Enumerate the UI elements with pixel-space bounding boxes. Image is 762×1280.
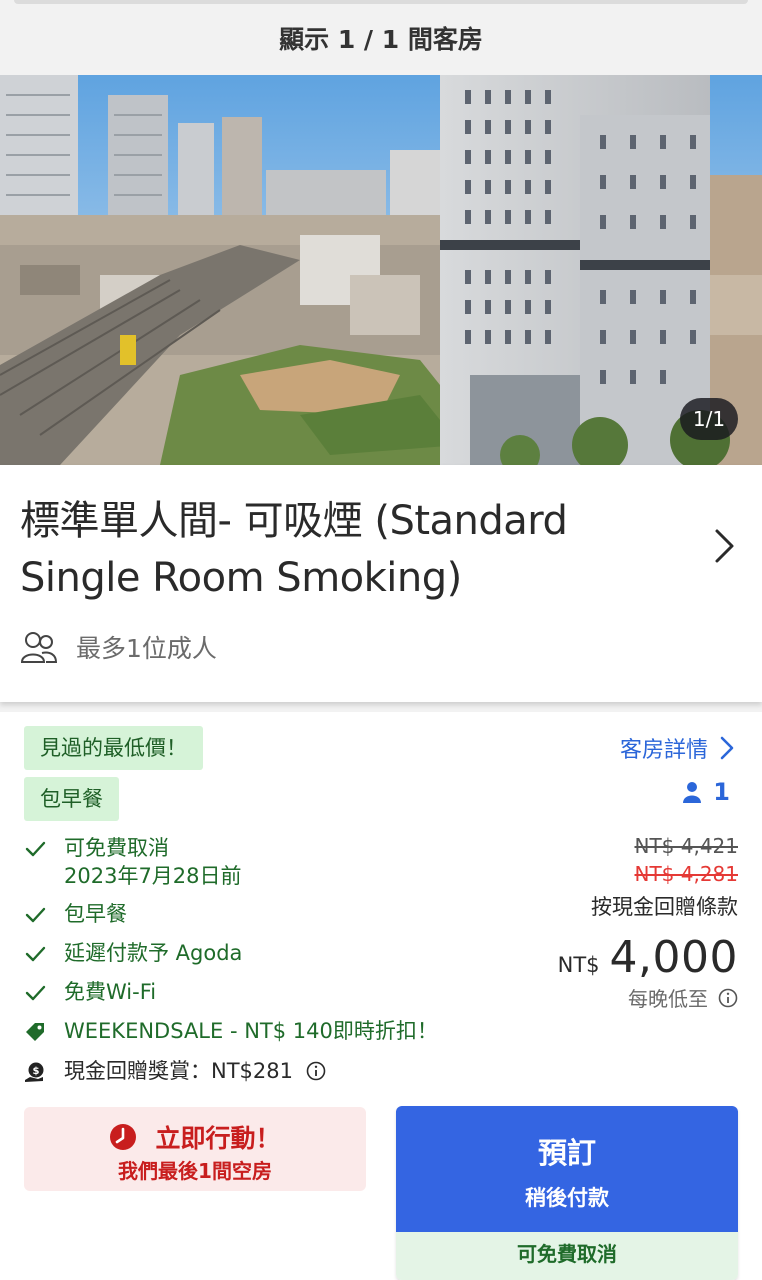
top-bar: 顯示 1 / 1 間客房 xyxy=(0,0,762,75)
check-icon xyxy=(25,985,46,1001)
room-title[interactable]: 標準單人間- 可吸煙 (Standard Single Room Smoking… xyxy=(20,493,670,607)
pay-later-text: 延遲付款予 Agoda xyxy=(64,941,243,965)
price-block: NT$ 4,421 NT$ 4,281 按現金回贈條款 NT$ 4,000 每晚… xyxy=(558,832,738,1012)
previous-card-edge xyxy=(14,0,748,4)
check-icon xyxy=(25,946,46,962)
urgency-title: 立即行動！ xyxy=(155,1124,281,1153)
book-button-main[interactable]: 預訂 稍後付款 xyxy=(396,1106,738,1232)
breakfast-text: 包早餐 xyxy=(64,902,127,926)
book-label: 預訂 xyxy=(537,1136,596,1170)
final-price: NT$ 4,000 xyxy=(558,932,738,983)
feature-wifi: 免費Wi-Fi xyxy=(24,978,156,1006)
room-card[interactable]: 標準單人間- 可吸煙 (Standard Single Room Smoking… xyxy=(0,465,762,702)
check-icon xyxy=(25,907,46,923)
feature-cashback: $ 現金回贈獎賞：NT$281 xyxy=(24,1057,326,1085)
urgency-subtitle: 我們最後1間空房 xyxy=(118,1159,272,1183)
room-photo[interactable]: 1/1 xyxy=(0,75,762,465)
book-free-cancel: 可免費取消 xyxy=(396,1232,738,1280)
per-night-label: 每晚低至 xyxy=(628,987,708,1011)
feature-promo: WEEKENDSALE - NT$ 140即時折扣！ xyxy=(24,1017,438,1045)
svg-text:$: $ xyxy=(33,1066,40,1077)
occupancy-indicator: 1 xyxy=(683,778,730,806)
room-details-label: 客房詳情 xyxy=(619,738,708,763)
info-icon[interactable] xyxy=(718,988,738,1008)
occupancy-label: 最多1位成人 xyxy=(76,634,217,663)
pay-later-label: 稍後付款 xyxy=(525,1186,609,1210)
room-count-text: 顯示 1 / 1 間客房 xyxy=(279,25,483,54)
book-button[interactable]: 預訂 稍後付款 可免費取消 xyxy=(396,1106,738,1280)
people-icon xyxy=(20,632,58,663)
room-details-link[interactable]: 客房詳情 xyxy=(620,732,734,764)
room-offer-page: 顯示 1 / 1 間客房 1/1 標準單人間- 可吸煙 (Standard Si… xyxy=(0,0,762,1280)
promo-text: WEEKENDSALE - NT$ 140即時折扣！ xyxy=(64,1019,438,1043)
urgency-notice: 立即行動！ 我們最後1間空房 xyxy=(24,1107,366,1191)
wifi-text: 免費Wi-Fi xyxy=(64,980,157,1004)
clock-icon xyxy=(110,1124,137,1150)
person-icon xyxy=(683,782,702,803)
chevron-right-icon[interactable] xyxy=(714,527,736,565)
urgency-title-row: 立即行動！ xyxy=(24,1119,366,1155)
free-cancel-date: 2023年7月28日前 xyxy=(64,864,242,888)
feature-pay-later: 延遲付款予 Agoda xyxy=(24,939,242,967)
per-night-note: 每晚低至 xyxy=(558,983,738,1012)
original-price: NT$ 4,421 xyxy=(634,834,738,858)
cashback-icon: $ xyxy=(25,1062,44,1082)
feature-free-cancel: 可免費取消 2023年7月28日前 xyxy=(24,834,242,890)
cashback-terms: 按現金回贈條款 xyxy=(591,895,738,919)
chevron-right-icon xyxy=(720,736,734,760)
hotel-photo-illustration xyxy=(0,75,762,465)
tag-icon xyxy=(26,1023,44,1041)
price-amount: 4,000 xyxy=(609,932,738,983)
cashback-text: 現金回贈獎賞：NT$281 xyxy=(64,1059,293,1083)
info-icon[interactable] xyxy=(306,1061,326,1081)
discounted-price: NT$ 4,281 xyxy=(634,862,738,886)
feature-breakfast: 包早餐 xyxy=(24,900,127,928)
breakfast-badge: 包早餐 xyxy=(24,777,119,821)
photo-counter: 1/1 xyxy=(680,398,738,440)
occupancy-count: 1 xyxy=(713,778,730,806)
free-cancel-text: 可免費取消 xyxy=(64,836,169,860)
currency: NT$ xyxy=(557,953,600,977)
lowest-price-badge: 見過的最低價！ xyxy=(24,726,203,770)
check-icon xyxy=(25,841,46,857)
rate-offer: 見過的最低價！ 包早餐 客房詳情 1 可免費取消 2023年7月28日前 包早餐… xyxy=(0,712,762,1280)
room-occupancy: 最多1位成人 xyxy=(20,627,217,667)
